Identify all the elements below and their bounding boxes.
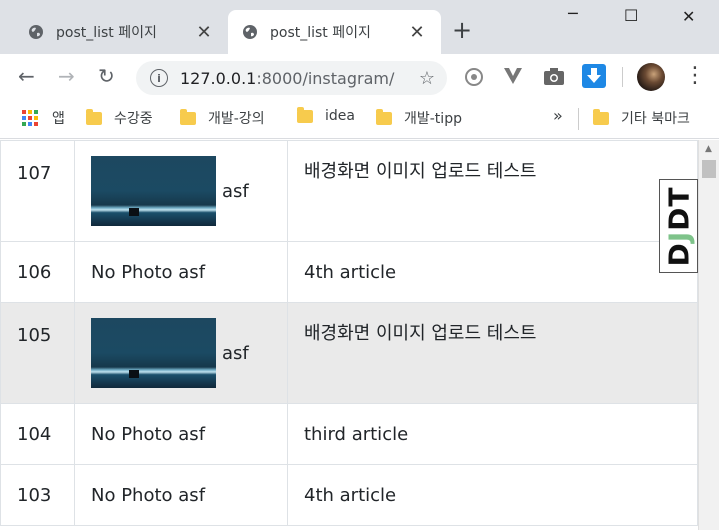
post-id: 106 (0, 241, 75, 303)
folder-icon (297, 106, 313, 123)
forward-button[interactable]: → (58, 64, 75, 88)
table-row: 107 asf 배경화면 이미지 업로드 테스트 (0, 140, 698, 242)
post-message: 배경화면 이미지 업로드 테스트 (287, 302, 698, 404)
page-content: 107 asf 배경화면 이미지 업로드 테스트 106 No Photo as… (0, 140, 698, 530)
post-author: asf (178, 262, 206, 283)
table-row: 106 No Photo asf 4th article (0, 241, 698, 303)
address-bar[interactable]: i 127.0.0.1:8000/instagram/ ☆ (136, 61, 447, 95)
back-button[interactable]: ← (18, 64, 35, 88)
post-photo-cell: No Photo asf (74, 464, 288, 526)
extension-v-icon[interactable] (503, 67, 523, 85)
bookmark-star-icon[interactable]: ☆ (419, 68, 435, 89)
debug-toolbar-label: DJDT (662, 186, 695, 266)
bookmark-label: idea (325, 108, 355, 124)
close-window-button[interactable]: ✕ (682, 7, 695, 26)
folder-icon (376, 108, 392, 125)
extension-target-icon[interactable] (463, 66, 485, 88)
browser-menu-icon[interactable]: ⋮ (684, 63, 706, 88)
post-author: asf (222, 180, 249, 202)
bookmarks-overflow-button[interactable]: » (553, 106, 563, 125)
scroll-up-icon[interactable]: ▲ (705, 144, 712, 154)
minimize-button[interactable]: ─ (568, 4, 578, 23)
post-author: asf (222, 342, 249, 364)
no-photo-text: No Photo (91, 262, 173, 283)
post-author: asf (178, 485, 206, 506)
post-table: 107 asf 배경화면 이미지 업로드 테스트 106 No Photo as… (0, 140, 698, 526)
post-message: 배경화면 이미지 업로드 테스트 (287, 140, 698, 242)
camera-icon[interactable] (543, 66, 565, 86)
table-row: 103 No Photo asf 4th article (0, 464, 698, 526)
vertical-scrollbar[interactable]: ▲ (698, 140, 719, 530)
djdt-j: J (662, 230, 696, 242)
post-message: third article (287, 403, 698, 465)
bookmark-folder[interactable]: 수강중 (86, 108, 153, 128)
tab-close-icon[interactable]: ✕ (194, 22, 214, 43)
reload-button[interactable]: ↻ (98, 64, 115, 88)
table-row: 104 No Photo asf third article (0, 403, 698, 465)
bookmark-label: 수강중 (114, 111, 153, 127)
apps-grid-icon (22, 110, 38, 126)
post-photo-cell: asf (74, 302, 288, 404)
new-tab-button[interactable]: + (452, 16, 472, 44)
debug-toolbar-handle[interactable]: DJDT (659, 179, 698, 273)
globe-icon (29, 25, 43, 39)
bookmarks-bar: 앱 수강중 개발-강의 idea 개발-tipp » 기타 북마크 (0, 100, 719, 139)
table-row: 105 asf 배경화면 이미지 업로드 테스트 (0, 302, 698, 404)
bookmark-folder[interactable]: idea (297, 106, 355, 124)
avatar[interactable] (637, 63, 665, 91)
bookmark-label: 개발-tipp (404, 111, 462, 127)
download-icon[interactable] (582, 64, 606, 88)
djdt-d: D (662, 241, 696, 267)
tab-close-icon[interactable]: ✕ (407, 22, 427, 43)
bookmarks-divider (578, 108, 579, 130)
tab-title: post_list 페이지 (270, 25, 371, 41)
tab-inactive[interactable]: post_list 페이지 ✕ (0, 10, 228, 54)
post-thumbnail[interactable] (91, 156, 216, 226)
bookmark-apps[interactable]: 앱 (22, 108, 65, 128)
tab-strip: post_list 페이지 ✕ post_list 페이지 ✕ + ─ ☐ ✕ (0, 0, 719, 54)
bookmark-folder[interactable]: 개발-tipp (376, 108, 462, 128)
post-id: 107 (0, 140, 75, 242)
post-photo-cell: No Photo asf (74, 241, 288, 303)
bookmark-label: 개발-강의 (208, 111, 265, 127)
url-host: 127.0.0.1 (180, 68, 257, 88)
bookmark-folder[interactable]: 개발-강의 (180, 108, 265, 128)
post-thumbnail[interactable] (91, 318, 216, 388)
browser-toolbar: ← → ↻ i 127.0.0.1:8000/instagram/ ☆ ⋮ (0, 54, 719, 100)
folder-icon (180, 108, 196, 125)
bookmark-label: 기타 북마크 (621, 111, 690, 127)
folder-icon (593, 108, 609, 125)
globe-icon (243, 25, 257, 39)
no-photo-text: No Photo (91, 485, 173, 506)
bookmark-label: 앱 (52, 111, 65, 127)
maximize-button[interactable]: ☐ (624, 6, 638, 25)
site-info-icon[interactable]: i (150, 69, 168, 87)
post-id: 105 (0, 302, 75, 404)
scrollbar-thumb[interactable] (702, 160, 716, 178)
tab-title: post_list 페이지 (56, 25, 157, 41)
post-message: 4th article (287, 241, 698, 303)
toolbar-divider (622, 67, 623, 87)
djdt-dt: DT (662, 185, 696, 231)
folder-icon (86, 108, 102, 125)
post-message: 4th article (287, 464, 698, 526)
post-id: 103 (0, 464, 75, 526)
post-photo-cell: No Photo asf (74, 403, 288, 465)
tab-active[interactable]: post_list 페이지 ✕ (228, 10, 441, 54)
post-author: asf (178, 424, 206, 445)
other-bookmarks[interactable]: 기타 북마크 (593, 108, 690, 128)
url-path: :8000/instagram/ (256, 68, 395, 88)
post-photo-cell: asf (74, 140, 288, 242)
no-photo-text: No Photo (91, 424, 173, 445)
post-id: 104 (0, 403, 75, 465)
